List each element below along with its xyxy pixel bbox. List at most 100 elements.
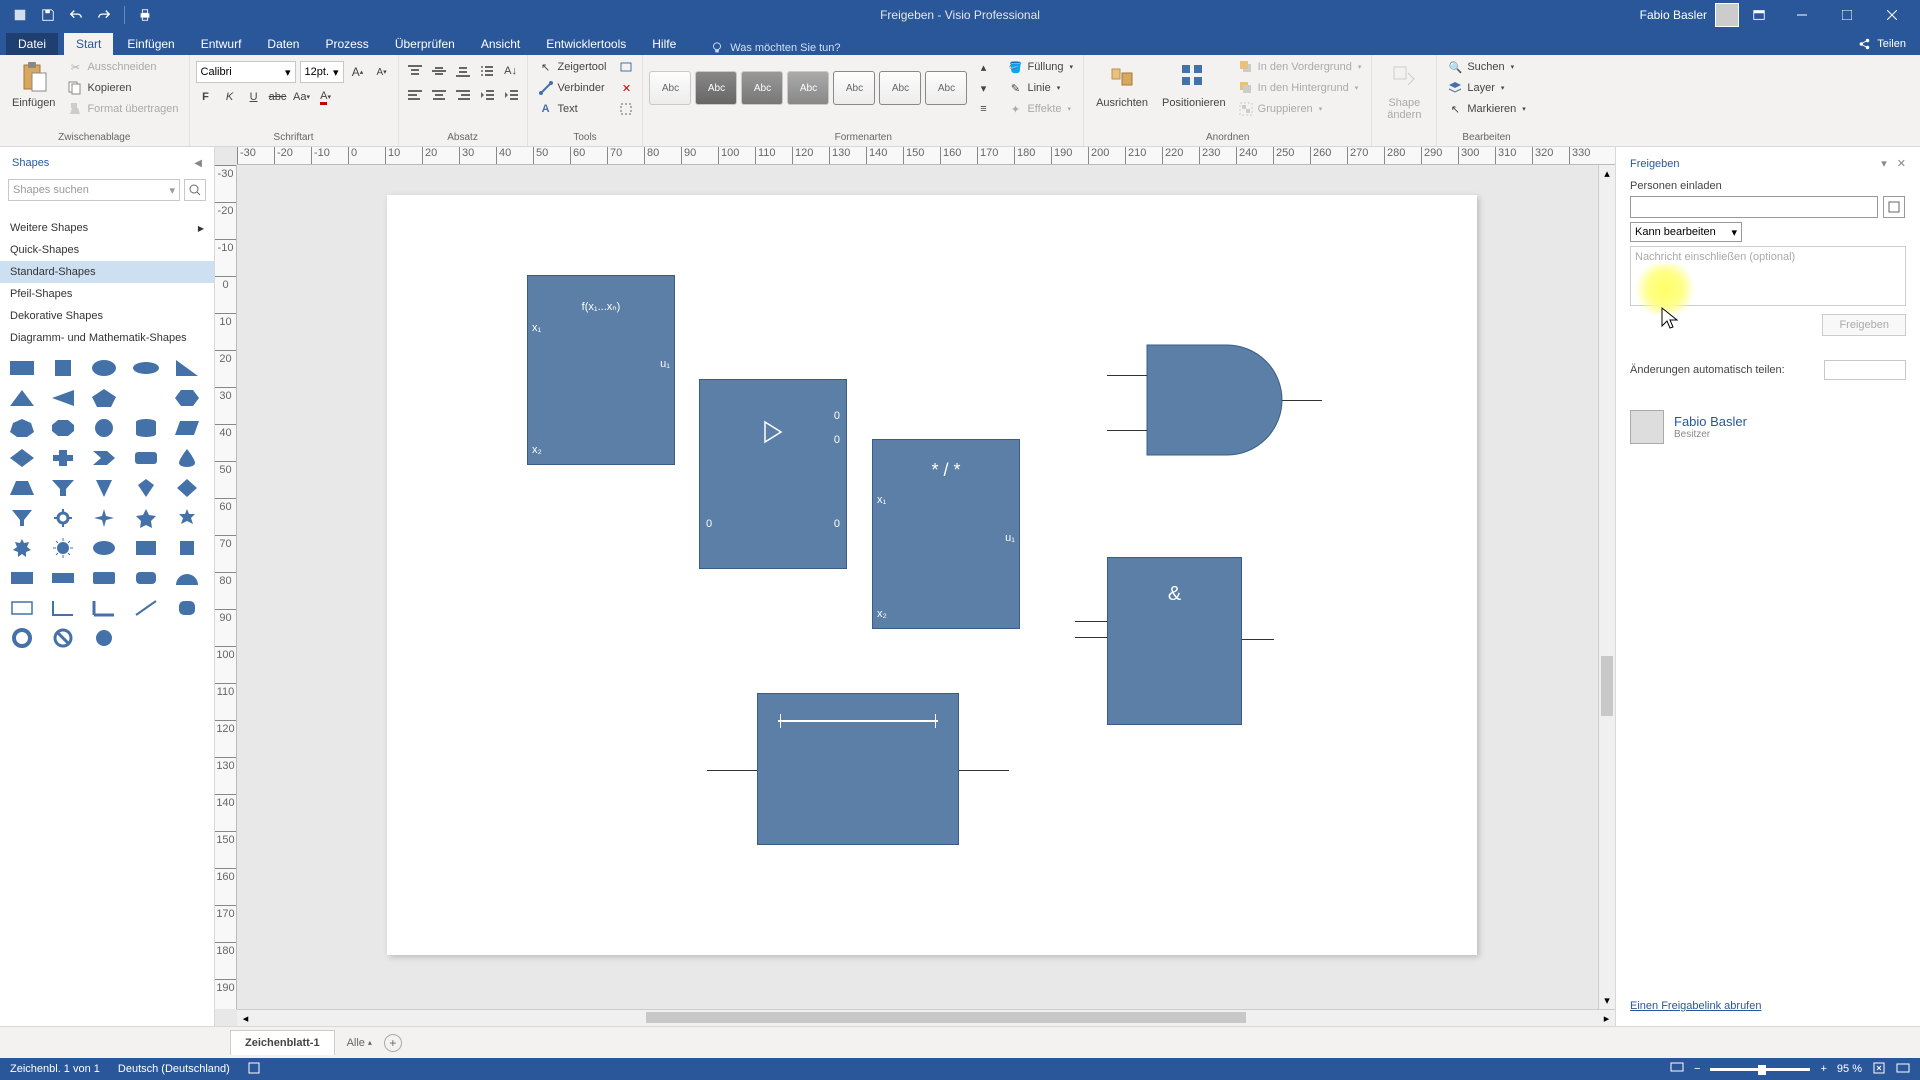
share-submit-button[interactable]: Freigeben xyxy=(1822,314,1906,336)
shape-register-block[interactable] xyxy=(757,693,959,845)
connector-tool-button[interactable]: Verbinder xyxy=(534,78,611,98)
close-button[interactable] xyxy=(1869,0,1914,30)
maximize-button[interactable] xyxy=(1824,0,1869,30)
align-right-button[interactable] xyxy=(453,85,473,105)
increase-indent-button[interactable] xyxy=(501,85,521,105)
italic-button[interactable]: K xyxy=(220,87,240,107)
shape-star4[interactable] xyxy=(90,507,118,529)
font-family-select[interactable]: Calibri▾ xyxy=(196,61,296,83)
format-painter-button[interactable]: Format übertragen xyxy=(63,99,182,119)
layer-button[interactable]: Layer▾ xyxy=(1443,78,1529,98)
send-back-button[interactable]: In den Hintergrund▾ xyxy=(1234,78,1366,98)
styles-scroll-down[interactable]: ▾ xyxy=(973,78,993,98)
select-button[interactable]: ↖Markieren▾ xyxy=(1443,99,1529,119)
permission-select[interactable]: Kann bearbeiten▾ xyxy=(1630,222,1742,242)
align-left-button[interactable] xyxy=(405,85,425,105)
shape-rect-rounded3[interactable] xyxy=(132,567,160,589)
zoom-in-button[interactable]: + xyxy=(1820,1063,1826,1075)
shape-pentagon[interactable] xyxy=(90,387,118,409)
shape-amp-block[interactable]: & xyxy=(1107,557,1242,725)
align-center-button[interactable] xyxy=(429,85,449,105)
shape-burst[interactable] xyxy=(49,537,77,559)
shape-blank[interactable] xyxy=(132,387,160,409)
shape-cone-point[interactable] xyxy=(90,477,118,499)
tab-help[interactable]: Hilfe xyxy=(640,33,688,55)
shape-ellipse[interactable] xyxy=(90,357,118,379)
zoom-level[interactable]: 95 % xyxy=(1837,1063,1862,1075)
align-middle-button[interactable] xyxy=(429,61,449,81)
tab-dev[interactable]: Entwicklertools xyxy=(534,33,638,55)
copy-button[interactable]: Kopieren xyxy=(63,78,182,98)
style-swatch-2[interactable]: Abc xyxy=(695,71,737,105)
decrease-indent-button[interactable] xyxy=(477,85,497,105)
shape-square[interactable] xyxy=(49,357,77,379)
category-diagram-shapes[interactable]: Diagramm- und Mathematik-Shapes xyxy=(0,327,214,349)
vertical-scrollbar[interactable]: ▴ ▾ xyxy=(1598,165,1615,1009)
shape-funnel[interactable] xyxy=(49,477,77,499)
tab-insert[interactable]: Einfügen xyxy=(115,33,186,55)
zoom-out-button[interactable]: − xyxy=(1694,1063,1700,1075)
shape-funnel2[interactable] xyxy=(8,507,36,529)
page-tab-1[interactable]: Zeichenblatt-1 xyxy=(230,1030,335,1055)
ribbon-display-button[interactable] xyxy=(1747,3,1771,27)
shapes-search-input[interactable]: Shapes suchen▾ xyxy=(8,179,180,201)
scroll-left-button[interactable]: ◂ xyxy=(237,1010,254,1026)
shape-parallelogram[interactable] xyxy=(173,417,201,439)
style-swatch-7[interactable]: Abc xyxy=(925,71,967,105)
shape-heptagon[interactable] xyxy=(8,417,36,439)
shape-square2[interactable] xyxy=(173,537,201,559)
shape-rounded-sq[interactable] xyxy=(173,597,201,619)
shape-hexagon[interactable] xyxy=(173,387,201,409)
shape-play-block[interactable]: 0 0 0 0 xyxy=(699,379,847,569)
shape-halfcircle[interactable] xyxy=(173,567,201,589)
close-icon[interactable]: ✕ xyxy=(1897,157,1906,170)
collapse-shapes-icon[interactable]: ◀ xyxy=(194,158,202,169)
shape-rectangle[interactable] xyxy=(8,357,36,379)
shape-chevron[interactable] xyxy=(90,447,118,469)
fill-button[interactable]: 🪣Füllung▾ xyxy=(1003,57,1077,77)
shape-star5[interactable] xyxy=(132,507,160,529)
shape-star6[interactable] xyxy=(173,507,201,529)
horizontal-scrollbar[interactable]: ◂ ▸ xyxy=(237,1009,1615,1026)
tab-view[interactable]: Ansicht xyxy=(469,33,532,55)
tell-me-search[interactable]: Was möchten Sie tun? xyxy=(710,41,840,55)
drawing-page[interactable]: f(x₁...xₙ) x₁ x₂ u₁ 0 0 0 0 xyxy=(387,195,1477,955)
align-bottom-button[interactable] xyxy=(453,61,473,81)
grow-font-button[interactable]: A▴ xyxy=(348,62,368,82)
message-textarea[interactable]: Nachricht einschließen (optional) xyxy=(1630,246,1906,306)
shape-function-block[interactable]: f(x₁...xₙ) x₁ x₂ u₁ xyxy=(527,275,675,465)
style-swatch-6[interactable]: Abc xyxy=(879,71,921,105)
shape-corner[interactable] xyxy=(49,597,77,619)
scroll-down-button[interactable]: ▾ xyxy=(1599,992,1615,1009)
shape-rect3[interactable] xyxy=(8,567,36,589)
shape-gear[interactable] xyxy=(49,507,77,529)
category-decorative-shapes[interactable]: Dekorative Shapes xyxy=(0,305,214,327)
save-button[interactable] xyxy=(36,3,60,27)
address-book-button[interactable] xyxy=(1883,196,1905,218)
freeform-tool-button[interactable] xyxy=(616,99,636,119)
minimize-button[interactable] xyxy=(1779,0,1824,30)
font-color-button[interactable]: A▾ xyxy=(316,87,336,107)
drawing-canvas[interactable]: f(x₁...xₙ) x₁ x₂ u₁ 0 0 0 0 xyxy=(237,165,1598,1009)
shape-and-gate[interactable] xyxy=(1107,335,1307,468)
style-swatch-4[interactable]: Abc xyxy=(787,71,829,105)
add-page-button[interactable]: + xyxy=(384,1034,402,1052)
category-more-shapes[interactable]: Weitere Shapes▶ xyxy=(0,217,214,239)
tab-design[interactable]: Entwurf xyxy=(189,33,254,55)
scroll-up-button[interactable]: ▴ xyxy=(1599,165,1615,182)
undo-button[interactable] xyxy=(64,3,88,27)
shape-kite[interactable] xyxy=(132,477,160,499)
status-language[interactable]: Deutsch (Deutschland) xyxy=(118,1063,230,1075)
shape-left-triangle[interactable] xyxy=(49,387,77,409)
category-quick-shapes[interactable]: Quick-Shapes xyxy=(0,239,214,261)
scroll-thumb[interactable] xyxy=(646,1012,1246,1023)
shape-ellipse-wide[interactable] xyxy=(132,357,160,379)
shape-diamond[interactable] xyxy=(8,447,36,469)
user-name[interactable]: Fabio Basler xyxy=(1640,8,1707,22)
auto-share-select[interactable] xyxy=(1824,360,1906,380)
get-share-link[interactable]: Einen Freigabelink abrufen xyxy=(1630,1000,1761,1012)
shapes-search-button[interactable] xyxy=(184,179,206,201)
shape-right-triangle[interactable] xyxy=(173,357,201,379)
change-case-button[interactable]: Aa▾ xyxy=(292,87,312,107)
zoom-slider[interactable] xyxy=(1710,1068,1810,1071)
